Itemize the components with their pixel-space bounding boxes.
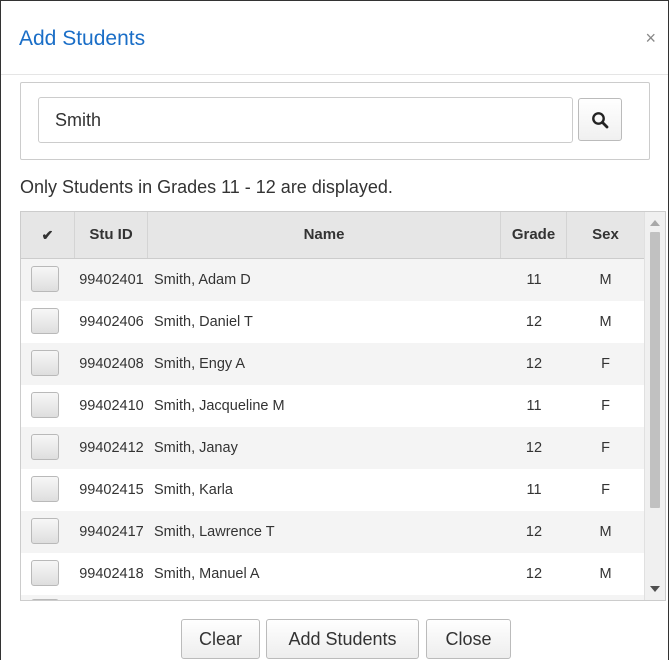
cell-grade: 11 bbox=[526, 272, 542, 288]
cell-sex: M bbox=[599, 524, 612, 540]
cell-grade: 11 bbox=[526, 482, 542, 498]
cell-sex: M bbox=[599, 272, 612, 288]
column-header-grade[interactable]: Grade bbox=[501, 212, 567, 258]
scroll-up-arrow-icon[interactable] bbox=[645, 214, 665, 232]
row-checkbox[interactable] bbox=[31, 434, 59, 460]
search-panel bbox=[20, 82, 650, 160]
add-students-button[interactable]: Add Students bbox=[266, 619, 419, 659]
search-button[interactable] bbox=[578, 98, 622, 141]
search-input[interactable] bbox=[38, 97, 573, 143]
row-checkbox[interactable] bbox=[31, 518, 59, 544]
column-header-stu-id[interactable]: Stu ID bbox=[75, 212, 148, 258]
cell-sex: F bbox=[601, 356, 610, 372]
table-row[interactable]: 99402401 Smith, Adam D 11 M bbox=[21, 259, 644, 301]
cell-stu-id: 99402412 bbox=[79, 440, 144, 456]
table-row-partial bbox=[21, 595, 644, 600]
cell-grade: 12 bbox=[525, 440, 543, 456]
select-all-checkbox[interactable]: ✔ bbox=[21, 212, 75, 258]
cell-grade: 12 bbox=[525, 566, 543, 582]
cell-stu-id: 99402418 bbox=[79, 566, 144, 582]
cell-grade: 11 bbox=[526, 398, 542, 414]
cell-grade: 12 bbox=[525, 524, 543, 540]
row-checkbox[interactable] bbox=[31, 308, 59, 334]
column-header-name[interactable]: Name bbox=[148, 212, 501, 258]
clear-button[interactable]: Clear bbox=[181, 619, 260, 659]
cell-name: Smith, Daniel T bbox=[154, 314, 253, 330]
dialog-footer: Clear Add Students Close bbox=[1, 616, 668, 660]
cell-stu-id: 99402408 bbox=[79, 356, 144, 372]
students-table: ✔ Stu ID Name Grade Sex 99402401 Smith, A… bbox=[20, 211, 666, 601]
cell-name: Smith, Lawrence T bbox=[154, 524, 275, 540]
table-header: ✔ Stu ID Name Grade Sex bbox=[21, 212, 644, 259]
cell-name: Smith, Engy A bbox=[154, 356, 246, 372]
cell-stu-id: 99402401 bbox=[79, 272, 144, 288]
row-checkbox[interactable] bbox=[31, 392, 59, 418]
table-row[interactable]: 99402418 Smith, Manuel A 12 M bbox=[21, 553, 644, 595]
scroll-down-arrow-icon[interactable] bbox=[645, 580, 665, 598]
close-button[interactable]: Close bbox=[426, 619, 511, 659]
cell-sex: M bbox=[599, 566, 612, 582]
table-row[interactable]: 99402406 Smith, Daniel T 12 M bbox=[21, 301, 644, 343]
cell-sex: F bbox=[601, 398, 610, 414]
search-icon bbox=[592, 111, 609, 128]
cell-sex: F bbox=[601, 440, 610, 456]
table-scrollbar[interactable] bbox=[644, 212, 665, 600]
table-row[interactable]: 99402412 Smith, Janay 12 F bbox=[21, 427, 644, 469]
scrollbar-thumb[interactable] bbox=[650, 232, 660, 508]
row-checkbox[interactable] bbox=[31, 599, 59, 600]
dialog-title: Add Students bbox=[19, 27, 146, 50]
cell-name: Smith, Jacqueline M bbox=[154, 398, 285, 414]
cell-name: Smith, Karla bbox=[154, 482, 233, 498]
row-checkbox[interactable] bbox=[31, 266, 59, 292]
close-icon[interactable]: × bbox=[645, 29, 656, 47]
cell-grade: 12 bbox=[525, 314, 543, 330]
cell-sex: M bbox=[599, 314, 612, 330]
checkmark-icon: ✔ bbox=[41, 227, 54, 243]
cell-name: Smith, Janay bbox=[154, 440, 238, 456]
table-row[interactable]: 99402415 Smith, Karla 11 F bbox=[21, 469, 644, 511]
cell-sex: F bbox=[601, 482, 610, 498]
row-checkbox[interactable] bbox=[31, 560, 59, 586]
cell-name: Smith, Manuel A bbox=[154, 566, 260, 582]
cell-stu-id: 99402415 bbox=[79, 482, 144, 498]
grade-filter-notice: Only Students in Grades 11 - 12 are disp… bbox=[20, 177, 393, 197]
column-header-sex[interactable]: Sex bbox=[567, 212, 644, 258]
dialog-header: Add Students × bbox=[1, 1, 668, 75]
table-row[interactable]: 99402417 Smith, Lawrence T 12 M bbox=[21, 511, 644, 553]
add-students-dialog: Add Students × Only Students in Grades 1… bbox=[0, 0, 669, 660]
row-checkbox[interactable] bbox=[31, 476, 59, 502]
cell-stu-id: 99402417 bbox=[79, 524, 144, 540]
table-row[interactable]: 99402410 Smith, Jacqueline M 11 F bbox=[21, 385, 644, 427]
cell-name: Smith, Adam D bbox=[154, 272, 251, 288]
cell-grade: 12 bbox=[525, 356, 543, 372]
cell-stu-id: 99402406 bbox=[79, 314, 144, 330]
cell-stu-id: 99402410 bbox=[79, 398, 144, 414]
table-row[interactable]: 99402408 Smith, Engy A 12 F bbox=[21, 343, 644, 385]
row-checkbox[interactable] bbox=[31, 350, 59, 376]
